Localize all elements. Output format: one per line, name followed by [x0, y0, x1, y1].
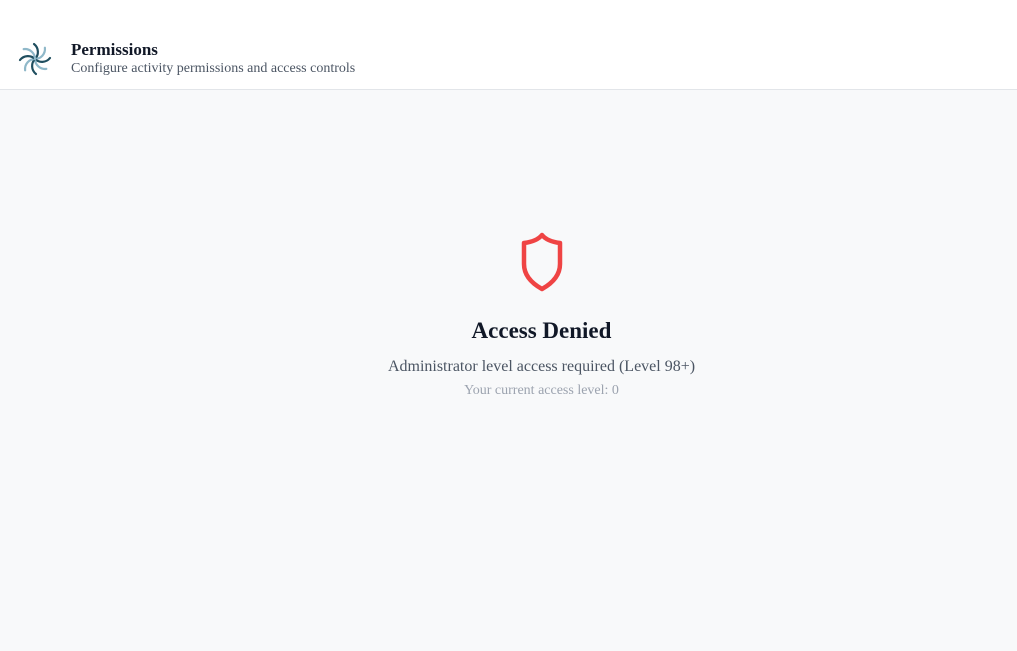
pinwheel-logo-icon [18, 42, 52, 76]
page-title: Permissions [71, 40, 158, 59]
header-text: Permissions Configure activity permissio… [71, 40, 355, 78]
current-access-level: Your current access level: 0 [464, 383, 619, 398]
page-subtitle: Configure activity permissions and acces… [71, 61, 356, 76]
main-content: Access Denied Administrator level access… [0, 91, 1017, 651]
access-denied-message: Administrator level access required (Lev… [387, 358, 696, 375]
access-denied-panel: Access Denied Administrator level access… [0, 231, 1017, 400]
page-header: Permissions Configure activity permissio… [0, 0, 1017, 90]
access-denied-title: Access Denied [471, 318, 612, 343]
shield-icon [512, 231, 572, 293]
